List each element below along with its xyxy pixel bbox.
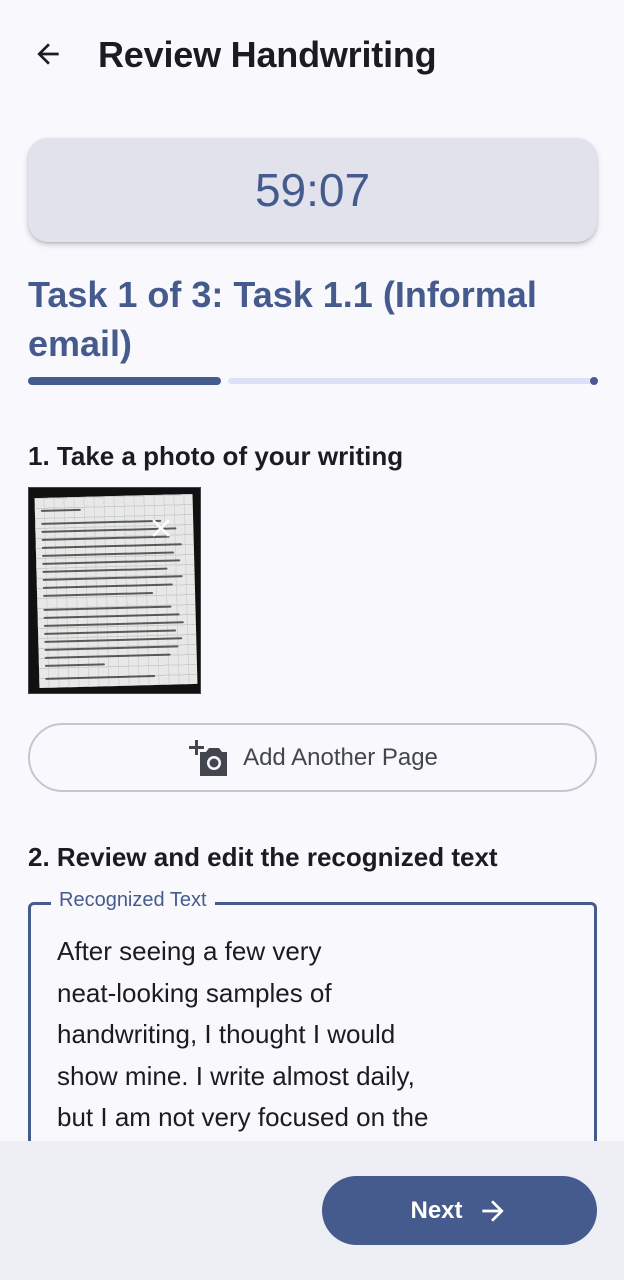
- progress-fill: [28, 377, 221, 385]
- progress-track: [228, 378, 592, 384]
- arrow-back-icon: [37, 43, 59, 65]
- add-photo-camera-icon: [189, 739, 228, 776]
- task-title: Task 1 of 3: Task 1.1 (Informal email): [28, 274, 537, 364]
- step1-heading: 1. Take a photo of your writing: [28, 441, 404, 471]
- task-progress-bar: [28, 377, 598, 385]
- timer-card: 59:07: [28, 138, 597, 242]
- add-another-page-button[interactable]: Add Another Page: [28, 723, 597, 792]
- handwriting-photo-thumbnail[interactable]: [28, 487, 201, 694]
- close-icon: [152, 519, 170, 537]
- next-button[interactable]: Next: [322, 1176, 597, 1245]
- progress-end-dot: [590, 377, 598, 385]
- step2-heading: 2. Review and edit the recognized text: [28, 842, 498, 872]
- page-title: Review Handwriting: [98, 34, 437, 75]
- back-button[interactable]: [24, 30, 72, 78]
- add-another-page-label: Add Another Page: [243, 743, 438, 771]
- top-app-bar: Review Handwriting: [0, 0, 624, 112]
- arrow-forward-icon: [481, 1199, 504, 1222]
- next-button-label: Next: [410, 1196, 463, 1224]
- remove-photo-button[interactable]: [141, 508, 181, 548]
- timer-value: 59:07: [254, 164, 371, 216]
- recognized-text-label: Recognized Text: [51, 889, 215, 912]
- recognized-text-value[interactable]: After seeing a few very neat-looking sam…: [57, 931, 517, 1139]
